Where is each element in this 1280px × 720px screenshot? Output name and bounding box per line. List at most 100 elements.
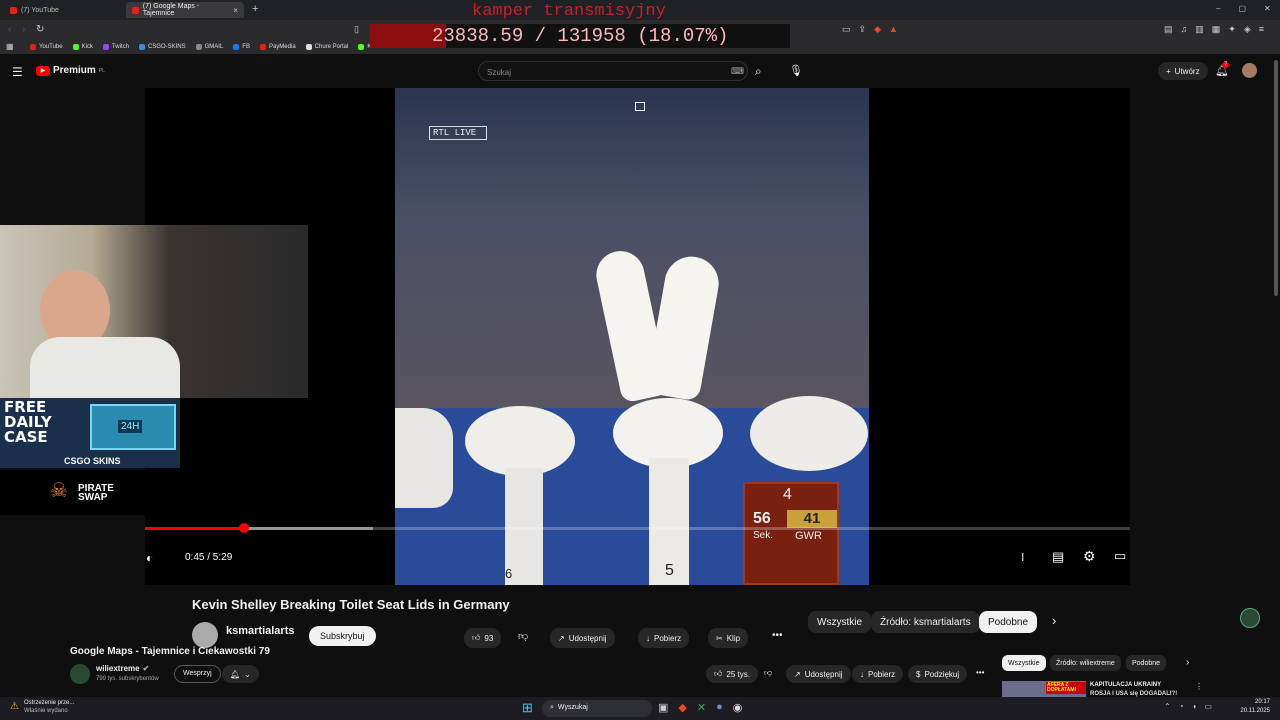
apps-grid-icon[interactable]: ▦ [6, 42, 14, 51]
brave-shield-icon[interactable]: ◆ [874, 24, 881, 35]
embedded-download-button[interactable]: ↓ Pobierz [638, 628, 690, 648]
dislike-icon[interactable]: 👎︎ [518, 630, 528, 642]
thanks-button[interactable]: $ Podziękuj [908, 665, 968, 683]
chip-source[interactable]: Źródło: wiliextreme [1050, 655, 1121, 671]
progress-played [145, 527, 244, 530]
avatar[interactable] [1242, 63, 1257, 78]
bookmark-youtube[interactable]: YouTube [30, 44, 63, 50]
reload-icon[interactable]: ↻ [36, 24, 44, 35]
maximize-icon[interactable]: ▢ [1238, 4, 1246, 13]
notification-title[interactable]: Ostrzeżenie prze... [24, 700, 74, 706]
windows-start-icon[interactable]: ⊞ [522, 700, 533, 716]
miniplayer-icon[interactable] [635, 102, 645, 111]
bookmark-twitch[interactable]: Twitch [102, 44, 129, 50]
subscribed-bell-button[interactable]: 🔔︎ ⌄ [222, 665, 259, 683]
embedded-share-button[interactable]: ↗ Udostępnij [550, 628, 615, 648]
search-input[interactable]: Szukaj [478, 61, 748, 81]
embedded-clip-button[interactable]: ✂ Klip [708, 628, 749, 648]
clock-time[interactable]: 20:17 [1240, 699, 1270, 705]
recommendation-title[interactable]: KAPITULACJA UKRAINY [1090, 682, 1161, 688]
more-actions-icon[interactable]: ••• [772, 630, 783, 641]
bookmark-paymedia[interactable]: PayMedia [259, 44, 296, 50]
create-button[interactable]: + Utwórz [1158, 62, 1208, 80]
support-button[interactable]: Wesprzyj [174, 665, 221, 683]
task-view-icon[interactable]: ▣ [658, 701, 668, 714]
channel-avatar[interactable] [70, 664, 90, 684]
volume-icon[interactable]: ◐ [146, 551, 153, 565]
embedded-channel-avatar[interactable] [192, 622, 218, 648]
back-icon[interactable]: ‹ [8, 24, 11, 35]
embedded-like-button[interactable]: 👍︎ 93 [464, 628, 502, 648]
network-icon[interactable]: ◔ [1179, 702, 1184, 711]
csgo-skins-ad[interactable]: FREE DAILY CASE 24H CSGO SKINS [0, 398, 180, 468]
chip-related[interactable]: Podobne [1126, 655, 1167, 671]
brave-app-icon[interactable]: ◆ [678, 701, 686, 714]
channel-name-row[interactable]: wiliextreme ✔ [96, 664, 149, 673]
volume-tray-icon[interactable]: ◑ [1192, 702, 1197, 711]
keyboard-icon[interactable]: ⌨ [731, 66, 744, 77]
share-button[interactable]: ↗ Udostępnij [786, 665, 851, 683]
wallet-icon[interactable]: ▦ [1212, 24, 1221, 35]
new-tab-icon[interactable]: + [252, 3, 258, 15]
search-icon[interactable]: ⌕ [755, 64, 762, 79]
subtitles-icon[interactable]: ▤ [1052, 549, 1064, 565]
clock-date[interactable]: 20.11.2025 [1236, 708, 1270, 714]
sidebar-icon[interactable]: ▤ [1164, 24, 1173, 35]
bookmark-chure-portal[interactable]: Chure Portal [305, 44, 348, 50]
embedded-chip-related[interactable]: Podobne [979, 611, 1038, 633]
warning-icon: ⚠ [10, 701, 19, 712]
chips-next-icon[interactable]: › [1052, 613, 1056, 628]
chip-all[interactable]: Wszystkie [1002, 655, 1046, 671]
rewards-icon[interactable]: ▲ [889, 24, 898, 35]
bookmark-fb[interactable]: FB [233, 44, 250, 50]
bookmark-csgo-skins[interactable]: CSGO-SKINS [138, 44, 186, 50]
obs-app-icon[interactable]: ◉ [733, 701, 743, 714]
extensions-icon[interactable]: ✦ [1228, 24, 1236, 35]
embedded-chip-all[interactable]: Wszystkie [808, 611, 871, 633]
panel-icon[interactable]: ▥ [1195, 24, 1204, 35]
theater-mode-icon[interactable]: ▭ [1114, 548, 1126, 564]
progress-scrubber[interactable] [238, 523, 249, 533]
minimize-icon[interactable]: – [1216, 4, 1220, 13]
like-button[interactable]: 👍︎ 25 tys. [706, 665, 758, 683]
pirate-swap-ad[interactable]: ☠ PIRATE SWAP [0, 470, 145, 515]
tab-google-maps[interactable]: (7) Google Maps - Tajemnice × [126, 2, 244, 18]
youtube-favicon-icon [132, 6, 139, 14]
recommendation-thumbnail[interactable]: AFERA Z DOPŁATAMI [1002, 681, 1086, 697]
embedded-channel-name[interactable]: ksmartialarts [226, 625, 295, 637]
tray-chevron-icon[interactable]: ⌃ [1164, 702, 1171, 711]
embedded-subscribe-button[interactable]: Subskrybuj [309, 626, 376, 646]
settings-gear-icon[interactable]: ⚙ [1083, 548, 1096, 565]
video-frame[interactable]: RTL LIVE 6 5 4 56 Sek. 41 GWR [395, 88, 869, 585]
bookmark-kick[interactable]: Kick [72, 44, 93, 50]
bookmark-gmail[interactable]: GMAIL [195, 44, 223, 50]
youtube-logo[interactable]: ▶ Premium PL [36, 65, 105, 76]
page-scrollbar[interactable] [1274, 60, 1278, 296]
dislike-icon[interactable]: 👎︎ [764, 668, 772, 678]
bookmark-icon[interactable]: ▯ [354, 24, 359, 35]
verified-icon: ✔ [142, 664, 150, 673]
close-tab-icon[interactable]: × [233, 6, 238, 15]
forward-icon[interactable]: › [22, 24, 25, 35]
xbox-app-icon[interactable]: ✕ [697, 701, 706, 714]
taskbar-search[interactable]: ⌕ Wyszukaj [542, 700, 652, 717]
embedded-chip-source[interactable]: Źródło: ksmartialarts [871, 611, 980, 633]
discord-app-icon[interactable]: ● [716, 701, 723, 714]
share-icon[interactable]: ⇪ [859, 24, 867, 35]
music-icon[interactable]: ♫ [1181, 24, 1188, 35]
download-button[interactable]: ↓ Pobierz [852, 665, 904, 683]
menu-icon[interactable]: ≡ [1259, 24, 1264, 35]
channel-watermark[interactable] [1240, 608, 1260, 628]
recommendation-menu-icon[interactable]: ⋮ [1195, 682, 1203, 691]
autoplay-toggle-icon[interactable]: ⏽ [1018, 550, 1028, 565]
chips-next-icon[interactable]: › [1186, 657, 1189, 668]
embedded-video-title[interactable]: Kevin Shelley Breaking Toilet Seat Lids … [192, 597, 510, 612]
vpn-icon[interactable]: ◈ [1244, 24, 1251, 35]
close-window-icon[interactable]: ✕ [1264, 4, 1271, 13]
hamburger-menu-icon[interactable]: ☰ [12, 65, 23, 79]
tab-youtube[interactable]: (7) YouTube [4, 2, 124, 18]
more-actions-icon[interactable]: ••• [976, 668, 984, 677]
battery-icon[interactable]: ▭ [1204, 702, 1212, 711]
microphone-icon[interactable]: 🎙 [789, 64, 803, 77]
screen-icon[interactable]: ▭ [842, 24, 851, 35]
